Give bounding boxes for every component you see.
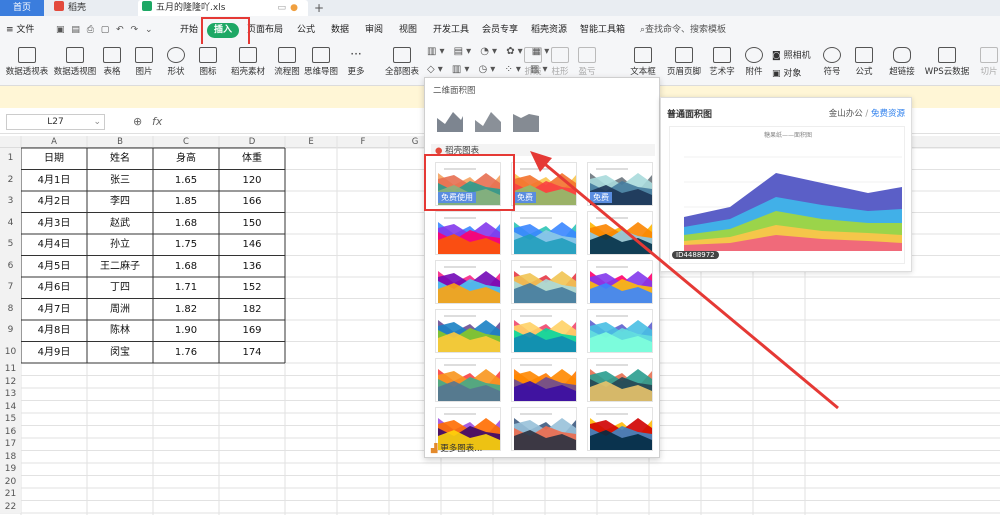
table-cell[interactable]: 4月8日	[21, 320, 87, 342]
chart-template-thumbnail[interactable]: 免费	[511, 162, 577, 206]
row-header[interactable]: 5	[0, 234, 21, 256]
chart-template-thumbnail[interactable]	[435, 309, 501, 353]
table-cell[interactable]: 李四	[87, 191, 153, 213]
chart-template-thumbnail[interactable]	[587, 211, 653, 255]
table-cell[interactable]: 孙立	[87, 234, 153, 256]
table-cell[interactable]: 4月9日	[21, 342, 87, 364]
table-header-cell[interactable]: 姓名	[87, 148, 153, 170]
free-badge: 免费	[590, 192, 612, 203]
table-cell[interactable]: 4月6日	[21, 277, 87, 299]
row-header[interactable]: 11	[0, 363, 21, 376]
row-header[interactable]: 21	[0, 488, 21, 501]
selected-template-highlight	[424, 154, 515, 211]
chart-template-thumbnail[interactable]	[511, 358, 577, 402]
table-cell[interactable]: 136	[219, 256, 285, 278]
table-cell[interactable]: 150	[219, 213, 285, 235]
row-header[interactable]: 2	[0, 169, 21, 191]
chart-template-thumbnail[interactable]	[587, 260, 653, 304]
section-2d-area: 二维面积图	[433, 86, 476, 96]
stacked-area-type[interactable]	[473, 106, 503, 134]
chart-dropdown-panel: 二维面积图 ● 稻壳图表 免费使用 免费 免费 ▟ 更多图表...	[424, 77, 660, 458]
row-header[interactable]: 7	[0, 277, 21, 299]
table-cell[interactable]: 166	[219, 191, 285, 213]
percent-area-type[interactable]	[511, 106, 541, 134]
table-cell[interactable]: 169	[219, 320, 285, 342]
preview-chart: 糖果纸——面积图 ID4488972	[669, 126, 905, 264]
table-header-cell[interactable]: 日期	[21, 148, 87, 170]
table-cell[interactable]: 4月2日	[21, 191, 87, 213]
table-cell[interactable]: 赵武	[87, 213, 153, 235]
preview-source: 金山办公 / 免费资源	[828, 109, 905, 119]
table-cell[interactable]: 146	[219, 234, 285, 256]
table-cell[interactable]: 4月7日	[21, 299, 87, 321]
table-cell[interactable]: 周洲	[87, 299, 153, 321]
table-header-cell[interactable]: 体重	[219, 148, 285, 170]
table-cell[interactable]: 闵宝	[87, 342, 153, 364]
area-type-row	[433, 106, 653, 136]
chart-template-thumbnail[interactable]	[435, 260, 501, 304]
table-cell[interactable]: 丁四	[87, 277, 153, 299]
row-header[interactable]: 8	[0, 298, 21, 320]
table-cell[interactable]: 1.76	[153, 342, 219, 364]
row-header[interactable]: 9	[0, 320, 21, 342]
chart-template-thumbnail[interactable]	[587, 358, 653, 402]
row-header[interactable]: 19	[0, 463, 21, 476]
table-cell[interactable]: 174	[219, 342, 285, 364]
table-cell[interactable]: 152	[219, 277, 285, 299]
table-cell[interactable]: 陈林	[87, 320, 153, 342]
row-header[interactable]: 12	[0, 375, 21, 388]
table-cell[interactable]: 120	[219, 170, 285, 192]
area-chart-type-1[interactable]	[435, 106, 465, 134]
chart-template-thumbnail[interactable]	[511, 309, 577, 353]
table-cell[interactable]: 1.90	[153, 320, 219, 342]
chart-template-thumbnail[interactable]: 免费	[587, 162, 653, 206]
chart-preview-card: 普通面积图 金山办公 / 免费资源 糖果纸——面积图 ID4488972	[660, 97, 912, 272]
chart-template-thumbnail[interactable]	[587, 407, 653, 451]
table-header-cell[interactable]: 身高	[153, 148, 219, 170]
row-header[interactable]: 3	[0, 191, 21, 213]
preview-title: 普通面积图	[667, 110, 713, 120]
row-header[interactable]: 1	[0, 148, 21, 170]
table-cell[interactable]: 1.85	[153, 191, 219, 213]
chart-template-thumbnail[interactable]	[511, 211, 577, 255]
chart-template-thumbnail[interactable]	[511, 260, 577, 304]
more-charts-link[interactable]: ▟ 更多图表...	[431, 442, 482, 454]
table-cell[interactable]: 王二麻子	[87, 256, 153, 278]
chart-icon: ▟	[431, 444, 438, 454]
row-header[interactable]: 18	[0, 450, 21, 463]
chart-template-thumbnail[interactable]	[435, 358, 501, 402]
row-header[interactable]: 4	[0, 212, 21, 234]
row-header[interactable]: 22	[0, 500, 21, 513]
table-cell[interactable]: 1.82	[153, 299, 219, 321]
free-badge: 免费	[514, 192, 536, 203]
chart-template-thumbnail[interactable]	[435, 211, 501, 255]
chart-template-thumbnail[interactable]	[587, 309, 653, 353]
chart-template-thumbnail[interactable]	[511, 407, 577, 451]
table-cell[interactable]: 张三	[87, 170, 153, 192]
table-cell[interactable]: 1.75	[153, 234, 219, 256]
table-cell[interactable]: 4月4日	[21, 234, 87, 256]
row-header[interactable]: 6	[0, 255, 21, 277]
table-cell[interactable]: 1.68	[153, 256, 219, 278]
table-cell[interactable]: 4月3日	[21, 213, 87, 235]
row-header[interactable]: 10	[0, 341, 21, 363]
table-cell[interactable]: 182	[219, 299, 285, 321]
table-cell[interactable]: 1.68	[153, 213, 219, 235]
row-header[interactable]: 15	[0, 413, 21, 426]
table-cell[interactable]: 4月1日	[21, 170, 87, 192]
row-header[interactable]: 13	[0, 388, 21, 401]
template-id-badge: ID4488972	[672, 251, 719, 259]
row-header[interactable]: 20	[0, 475, 21, 488]
row-header[interactable]: 14	[0, 400, 21, 413]
row-header[interactable]: 17	[0, 438, 21, 451]
table-cell[interactable]: 1.65	[153, 170, 219, 192]
row-header[interactable]: 16	[0, 425, 21, 438]
table-cell[interactable]: 1.71	[153, 277, 219, 299]
table-cell[interactable]: 4月5日	[21, 256, 87, 278]
